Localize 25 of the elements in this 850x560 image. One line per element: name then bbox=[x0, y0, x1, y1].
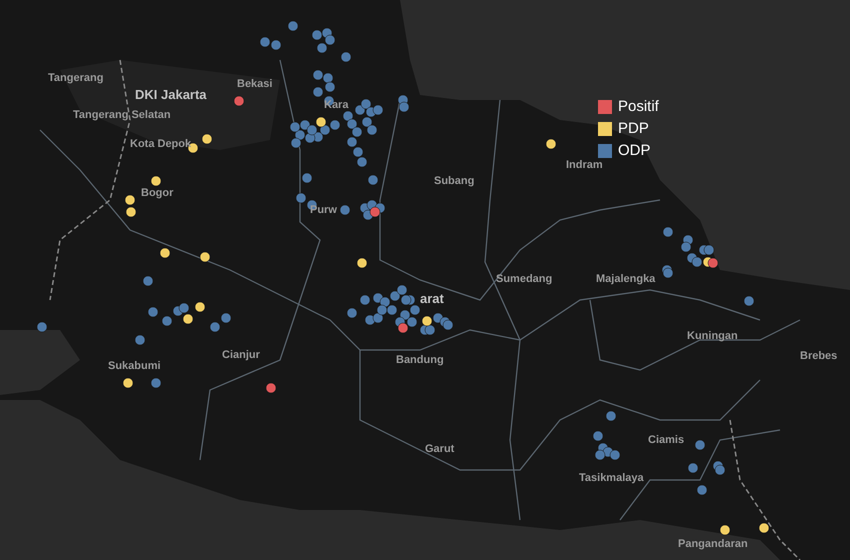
place-label: Ciamis bbox=[648, 435, 684, 446]
place-label: Kota Depok bbox=[130, 139, 192, 150]
place-label: Majalengka bbox=[596, 274, 656, 285]
place-label: Sukabumi bbox=[108, 361, 161, 372]
legend-label: PDP bbox=[618, 121, 649, 136]
place-label: Purw bbox=[310, 205, 337, 216]
place-label: Tangerang bbox=[48, 73, 104, 84]
place-label: Bekasi bbox=[237, 79, 272, 90]
place-label: Kuningan bbox=[687, 331, 738, 342]
place-label: Garut bbox=[425, 444, 454, 455]
place-label: Subang bbox=[434, 176, 474, 187]
place-label: Kara bbox=[324, 100, 348, 111]
legend-label: ODP bbox=[618, 143, 651, 158]
place-label: arat bbox=[420, 292, 444, 305]
place-label: Indram bbox=[566, 160, 603, 171]
place-label: Bandung bbox=[396, 355, 444, 366]
legend-label: Positif bbox=[618, 99, 659, 114]
place-label: DKI Jakarta bbox=[135, 88, 207, 101]
place-label: Bogor bbox=[141, 188, 174, 199]
place-label: Brebes bbox=[800, 351, 838, 362]
place-label: Tangerang Selatan bbox=[73, 110, 171, 121]
place-label: Pangandaran bbox=[678, 539, 748, 550]
place-label: Tasikmalaya bbox=[579, 473, 644, 484]
place-label: Cianjur bbox=[222, 350, 260, 361]
place-label: Sumedang bbox=[496, 274, 552, 285]
